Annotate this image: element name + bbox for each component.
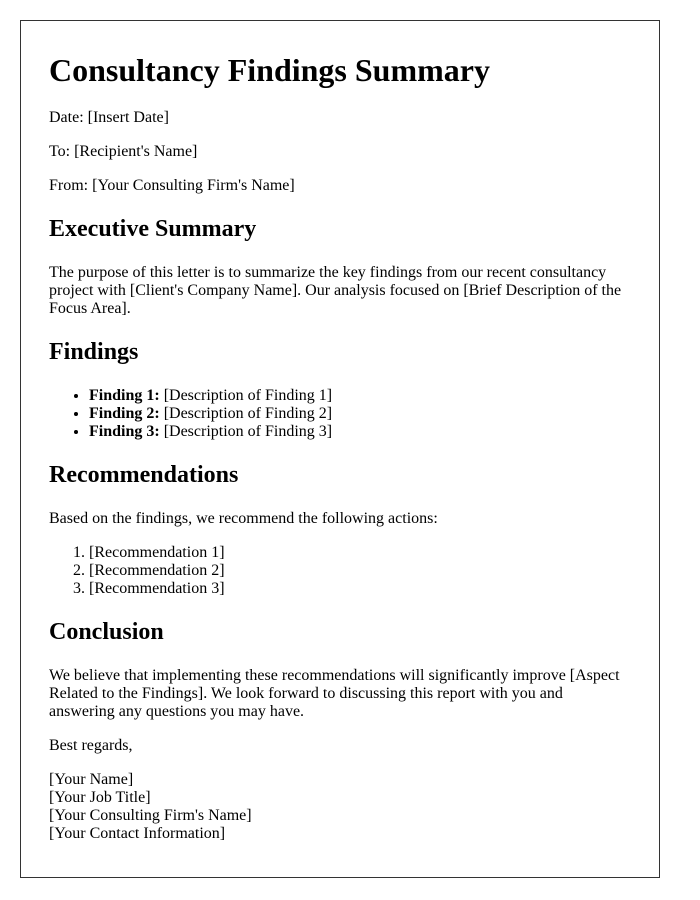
recommendation-item: [Recommendation 1] <box>89 544 631 562</box>
recommendations-intro: Based on the findings, we recommend the … <box>49 509 438 527</box>
signature-block: [Your Name] [Your Job Title] [Your Consu… <box>49 771 631 843</box>
date-line: Date: [Insert Date] <box>49 109 169 127</box>
finding-text: [Description of Finding 3] <box>159 422 333 440</box>
finding-text: [Description of Finding 2] <box>159 404 333 422</box>
findings-list: Finding 1: [Description of Finding 1] Fi… <box>49 387 631 441</box>
finding-label: Finding 2: <box>89 404 160 422</box>
finding-item: Finding 1: [Description of Finding 1] <box>89 387 631 405</box>
executive-summary-heading: Executive Summary <box>49 216 257 243</box>
sender-line: From: [Your Consulting Firm's Name] <box>49 177 295 195</box>
finding-label: Finding 1: <box>89 386 160 404</box>
letter-container: Consultancy Findings Summary Date: [Inse… <box>20 20 660 878</box>
signature-job-title: [Your Job Title] <box>49 788 151 806</box>
finding-label: Finding 3: <box>89 422 160 440</box>
executive-summary-body: The purpose of this letter is to summari… <box>49 264 622 318</box>
recommendations-list: [Recommendation 1] [Recommendation 2] [R… <box>49 544 631 598</box>
recipient-line: To: [Recipient's Name] <box>49 143 198 161</box>
findings-heading: Findings <box>49 339 139 366</box>
finding-item: Finding 2: [Description of Finding 2] <box>89 405 631 423</box>
page-title: Consultancy Findings Summary <box>49 52 490 88</box>
closing-line: Best regards, <box>49 736 133 754</box>
conclusion-body: We believe that implementing these recom… <box>49 666 620 720</box>
finding-item: Finding 3: [Description of Finding 3] <box>89 423 631 441</box>
recommendations-heading: Recommendations <box>49 461 239 488</box>
finding-text: [Description of Finding 1] <box>159 386 333 404</box>
recommendation-item: [Recommendation 3] <box>89 580 631 598</box>
recommendation-item: [Recommendation 2] <box>89 562 631 580</box>
signature-firm: [Your Consulting Firm's Name] <box>49 806 252 824</box>
signature-contact: [Your Contact Information] <box>49 824 226 842</box>
signature-name: [Your Name] <box>49 770 134 788</box>
conclusion-heading: Conclusion <box>49 618 164 645</box>
